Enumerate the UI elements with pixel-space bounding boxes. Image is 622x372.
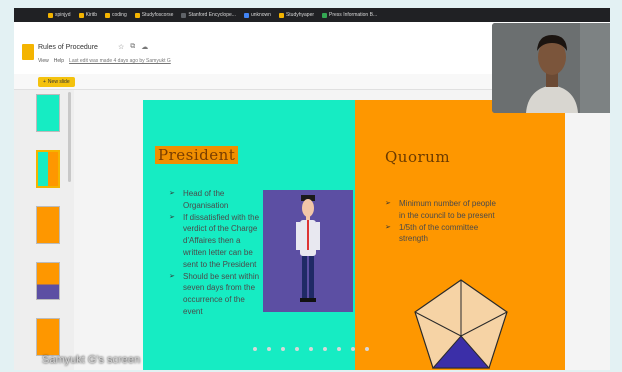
screen-share-label: Samyukt G's screen <box>42 354 141 366</box>
list-item: Should be sent within seven days from th… <box>169 271 261 318</box>
star-icon[interactable]: ☆ <box>118 43 124 51</box>
document-title[interactable]: Rules of Procedure <box>38 44 98 51</box>
slide-filmstrip <box>14 90 74 370</box>
folder-icon <box>278 12 284 18</box>
quorum-bullets: Minimum number of people in the council … <box>385 198 503 245</box>
page-dot[interactable] <box>337 347 341 351</box>
bookmark-pib[interactable]: Press Information B... <box>322 12 377 18</box>
list-item: If dissatisfied with the verdict of the … <box>169 212 261 271</box>
page-dot[interactable] <box>351 347 355 351</box>
menu-help[interactable]: Help <box>54 58 64 64</box>
slide-thumbnail[interactable] <box>36 94 60 132</box>
menu-bar: View Help Last edit was made 4 days ago … <box>38 58 171 64</box>
president-illustration <box>263 190 353 312</box>
folder-icon <box>134 12 140 18</box>
page-icon <box>181 12 187 18</box>
screen-share-frame: spinjyd Kiritb coding Studyfoscorse Stan… <box>14 8 610 370</box>
pentagon-diagram <box>414 279 508 369</box>
list-item: 1/5th of the committee strength <box>385 222 503 246</box>
title-icons: ☆ ⧉ ☁ <box>118 43 148 51</box>
page-dot[interactable] <box>253 347 257 351</box>
bookmark-study[interactable]: Studyfoscorse <box>134 12 173 18</box>
page-dot[interactable] <box>295 347 299 351</box>
folder-icon <box>104 12 110 18</box>
slide-thumbnail[interactable] <box>36 262 60 300</box>
folder-icon <box>78 12 84 18</box>
bookmark-spinjyd[interactable]: spinjyd <box>48 12 71 18</box>
slides-logo-icon[interactable] <box>22 44 34 60</box>
page-dot[interactable] <box>309 347 313 351</box>
list-item: Minimum number of people in the council … <box>385 198 503 222</box>
slide-canvas[interactable]: President Head of the Organisation If di… <box>143 100 565 370</box>
list-item: Head of the Organisation <box>169 188 261 212</box>
new-slide-button[interactable]: + New slide <box>38 77 75 87</box>
page-dot[interactable] <box>281 347 285 351</box>
page-dot[interactable] <box>323 347 327 351</box>
webcam-video <box>492 23 610 113</box>
quorum-heading: Quorum <box>385 148 451 166</box>
slide-pagination <box>253 347 369 351</box>
bookmark-unknown[interactable]: unknown <box>243 12 271 18</box>
bookmark-kiritb[interactable]: Kiritb <box>78 12 97 18</box>
menu-view[interactable]: View <box>38 58 49 64</box>
page-dot[interactable] <box>365 347 369 351</box>
slide-thumbnail-selected[interactable] <box>36 150 60 188</box>
participant-video-icon <box>492 23 610 113</box>
bookmarks-bar: spinjyd Kiritb coding Studyfoscorse Stan… <box>14 8 610 22</box>
president-heading: President <box>155 146 239 164</box>
bookmark-coding[interactable]: coding <box>104 12 127 18</box>
person-illustration-icon <box>296 195 320 302</box>
slide-thumbnail[interactable] <box>36 206 60 244</box>
move-icon[interactable]: ⧉ <box>130 43 135 51</box>
filmstrip-scrollbar[interactable] <box>68 92 71 182</box>
last-edit-link[interactable]: Last edit was made 4 days ago by Samyukt… <box>69 58 171 64</box>
cloud-icon[interactable]: ☁ <box>141 43 148 51</box>
bookmark-stanford[interactable]: Stanford Encyclope... <box>181 12 236 18</box>
page-icon <box>322 12 328 18</box>
page-dot[interactable] <box>267 347 271 351</box>
plus-icon: + <box>43 79 46 85</box>
bookmark-studyhyaper[interactable]: Studyhyaper <box>278 12 314 18</box>
folder-icon <box>48 12 53 18</box>
slide-thumbnail[interactable] <box>36 318 60 356</box>
president-bullets: Head of the Organisation If dissatisfied… <box>169 188 261 318</box>
page-icon <box>243 12 249 18</box>
